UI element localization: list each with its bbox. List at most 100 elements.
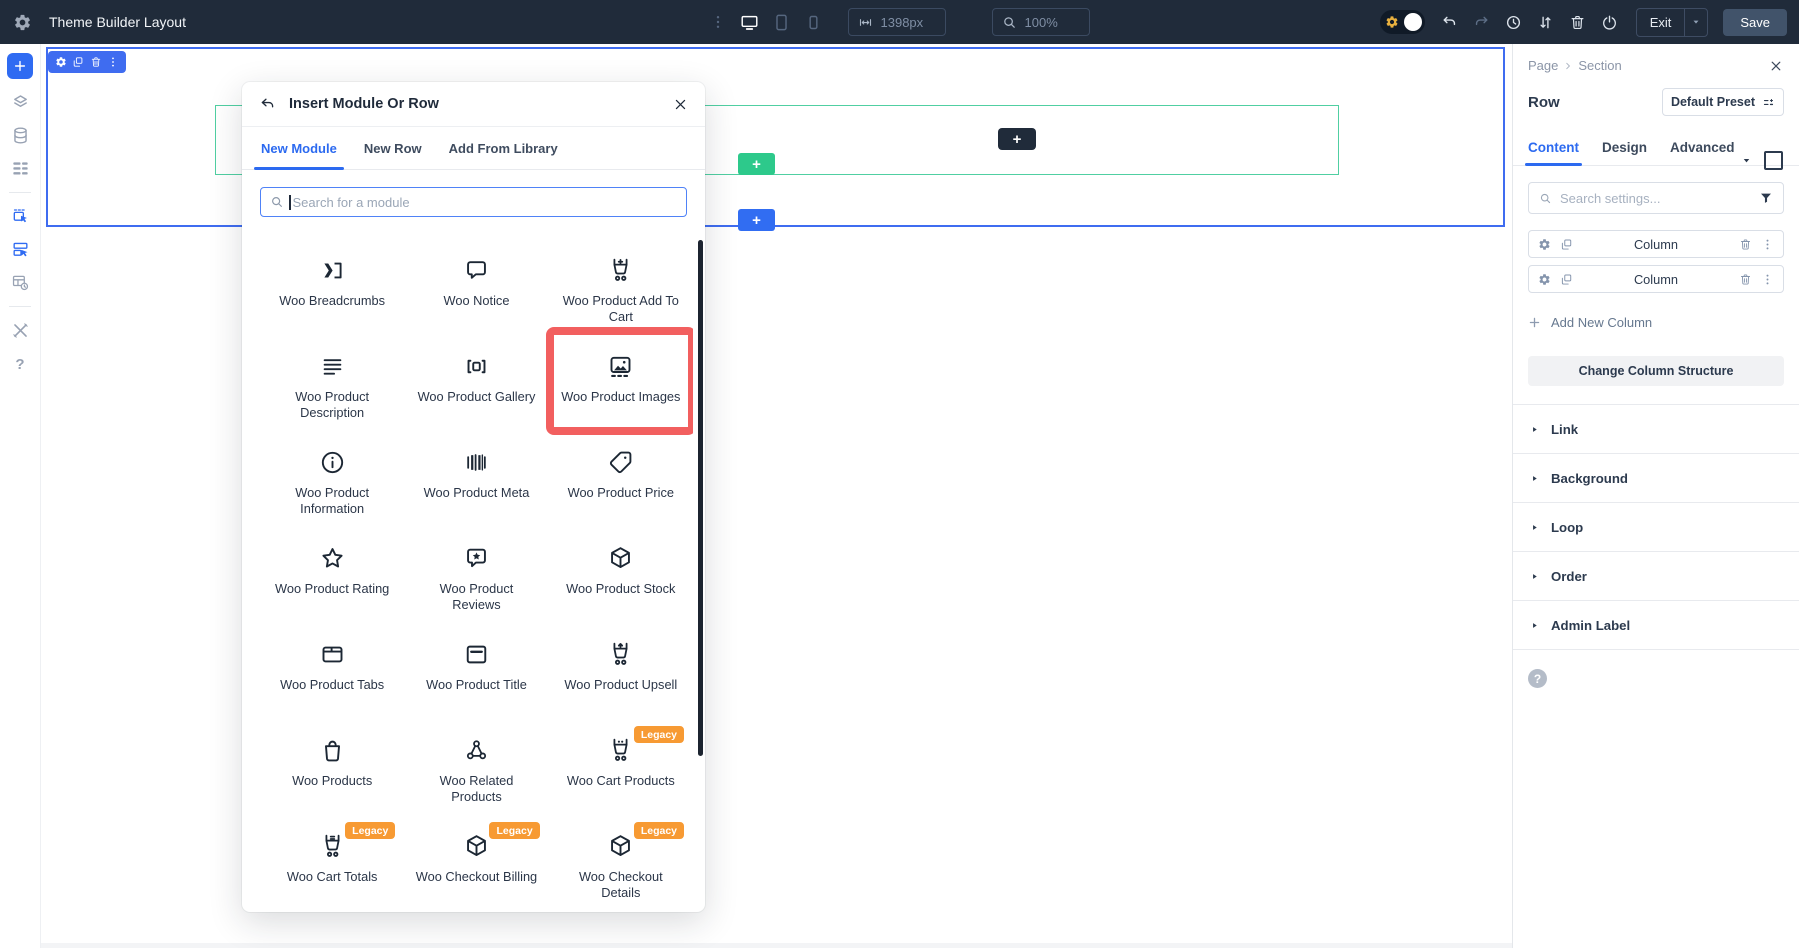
module-icon [319, 257, 346, 284]
module-item[interactable]: Legacy Woo Cart Totals [260, 818, 404, 908]
exit-button[interactable]: Exit [1636, 8, 1709, 37]
module-label: Woo Product Add To Cart [559, 293, 683, 325]
modal-tab[interactable]: Add From Library [449, 127, 558, 169]
layout-view-icon[interactable] [1764, 151, 1783, 170]
column-list: Column Column [1528, 230, 1784, 293]
column-more-dots-icon[interactable] [1761, 273, 1774, 286]
column-trash-icon[interactable] [1739, 273, 1752, 286]
table-history-icon[interactable] [11, 273, 30, 292]
wireframe-rows-icon[interactable] [11, 159, 30, 178]
panel-help-icon[interactable]: ? [1528, 669, 1547, 688]
module-label: Woo Product Images [561, 389, 680, 405]
modal-tab[interactable]: New Module [261, 127, 337, 169]
module-item[interactable]: Woo Product Rating [260, 530, 404, 626]
module-search-input[interactable]: Search for a module [260, 187, 687, 217]
add-new-column-button[interactable]: Add New Column [1528, 315, 1784, 330]
add-element-button[interactable] [7, 53, 33, 79]
section-settings-gear-icon[interactable] [55, 56, 67, 68]
settings-section-toggle[interactable]: Link [1513, 404, 1799, 453]
triangle-right-icon [1530, 523, 1539, 532]
toggle-gear-icon [1385, 15, 1399, 29]
module-item[interactable]: Woo Product Images [549, 338, 693, 434]
tabs-caret-down-icon[interactable] [1741, 155, 1752, 166]
settings-section-toggle[interactable]: Loop [1513, 502, 1799, 551]
column-row[interactable]: Column [1528, 265, 1784, 293]
column-more-dots-icon[interactable] [1761, 238, 1774, 251]
module-item[interactable]: Woo Product Add To Cart [549, 242, 693, 338]
sort-arrows-icon[interactable] [1534, 11, 1557, 34]
redo-icon[interactable] [1470, 11, 1493, 34]
view-options-dots-icon[interactable] [710, 14, 726, 30]
module-item[interactable]: Woo Product Gallery [404, 338, 548, 434]
module-item[interactable]: Legacy Woo Checkout Billing [404, 818, 548, 908]
settings-section-toggle[interactable]: Background [1513, 453, 1799, 502]
column-settings-gear-icon[interactable] [1538, 238, 1551, 251]
panel-tab[interactable]: Design [1602, 129, 1647, 165]
column-row[interactable]: Column [1528, 230, 1784, 258]
builder-mode-toggle[interactable] [1380, 10, 1425, 34]
filter-funnel-icon[interactable] [1759, 191, 1773, 205]
modal-close-icon[interactable] [673, 97, 688, 112]
module-item[interactable]: Woo Breadcrumbs [260, 242, 404, 338]
panel-tab[interactable]: Advanced [1670, 129, 1735, 165]
module-item[interactable]: Woo Product Price [549, 434, 693, 530]
module-item[interactable]: Woo Product Title [404, 626, 548, 722]
module-item[interactable]: Woo Product Information [260, 434, 404, 530]
settings-section-toggle[interactable]: Order [1513, 551, 1799, 600]
canvas-zoom-input[interactable]: 100% [992, 8, 1090, 36]
change-column-structure-button[interactable]: Change Column Structure [1528, 356, 1784, 386]
module-item[interactable]: Woo Product Reviews [404, 530, 548, 626]
exit-button-label[interactable]: Exit [1637, 9, 1685, 36]
module-item[interactable]: Woo Product Tabs [260, 626, 404, 722]
module-item[interactable]: Woo Product Stock [549, 530, 693, 626]
layers-icon[interactable] [11, 93, 30, 112]
add-module-button[interactable]: + [998, 128, 1036, 150]
database-icon[interactable] [11, 126, 30, 145]
module-item[interactable]: Woo Product Description [260, 338, 404, 434]
section-duplicate-icon[interactable] [72, 56, 84, 68]
panel-close-icon[interactable] [1769, 59, 1783, 73]
insert-row-mode-icon[interactable] [11, 240, 30, 259]
settings-section-label: Link [1551, 422, 1578, 437]
module-item[interactable]: Woo Product Upsell [549, 626, 693, 722]
module-item[interactable]: Legacy Woo Checkout Details [549, 818, 693, 908]
exit-dropdown-caret[interactable] [1684, 9, 1707, 36]
trash-icon[interactable] [1566, 11, 1589, 34]
settings-section-toggle[interactable]: Admin Label [1513, 600, 1799, 650]
back-arrow-icon[interactable] [259, 96, 276, 113]
column-duplicate-icon[interactable] [1560, 273, 1573, 286]
breadcrumb-page[interactable]: Page [1528, 58, 1558, 73]
desktop-view-icon[interactable] [740, 13, 759, 32]
modal-scrollbar[interactable] [698, 240, 703, 756]
builder-settings-gear-icon[interactable] [13, 13, 32, 32]
tools-icon[interactable] [11, 321, 30, 340]
default-preset-button[interactable]: Default Preset [1662, 88, 1784, 116]
module-item[interactable]: Legacy Woo Cart Products [549, 722, 693, 818]
column-duplicate-icon[interactable] [1560, 238, 1573, 251]
phone-view-icon[interactable] [804, 13, 823, 32]
breadcrumb-section[interactable]: Section [1578, 58, 1621, 73]
section-more-dots-icon[interactable] [107, 56, 119, 68]
add-row-button[interactable]: + [738, 153, 775, 175]
settings-search-input[interactable]: Search settings... [1528, 182, 1784, 214]
tablet-view-icon[interactable] [772, 13, 791, 32]
module-icon [463, 641, 490, 668]
module-item[interactable]: Woo Notice [404, 242, 548, 338]
history-clock-icon[interactable] [1502, 11, 1525, 34]
section-trash-icon[interactable] [90, 56, 102, 68]
insert-module-mode-icon[interactable] [11, 207, 30, 226]
save-button[interactable]: Save [1723, 9, 1787, 36]
power-icon[interactable] [1598, 11, 1621, 34]
module-item[interactable]: Woo Related Products [404, 722, 548, 818]
column-settings-gear-icon[interactable] [1538, 273, 1551, 286]
panel-tab[interactable]: Content [1528, 129, 1579, 165]
sidebar-help-icon[interactable]: ? [15, 356, 24, 373]
undo-icon[interactable] [1438, 11, 1461, 34]
column-trash-icon[interactable] [1739, 238, 1752, 251]
module-item[interactable]: Woo Products [260, 722, 404, 818]
canvas-width-input[interactable]: 1398px [848, 8, 946, 36]
panel-tab-label: Advanced [1670, 140, 1735, 155]
modal-tab[interactable]: New Row [364, 127, 422, 169]
module-item[interactable]: Woo Product Meta [404, 434, 548, 530]
add-section-button[interactable]: + [738, 209, 775, 231]
